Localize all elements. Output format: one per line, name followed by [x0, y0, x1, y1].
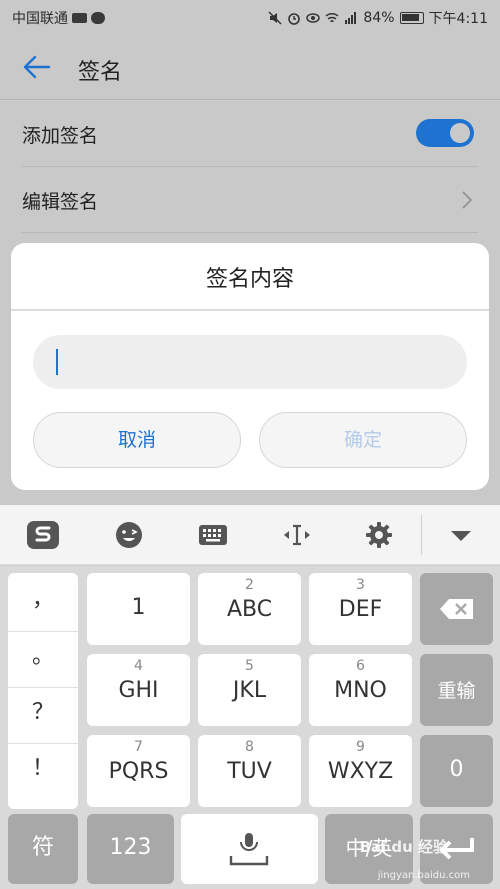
battery-icon [399, 12, 424, 24]
clock: 下午4:11 [428, 11, 488, 27]
key-def[interactable]: 3 DEF [309, 573, 412, 645]
cursor-move-icon[interactable] [280, 519, 314, 551]
punctuation-column: ， 。 ？ ！ [8, 573, 78, 809]
baidu-watermark-url: jingyan.baidu.com [377, 870, 470, 881]
signature-input[interactable] [33, 335, 467, 389]
eye-icon [306, 13, 321, 23]
num123-key[interactable]: 123 [87, 814, 174, 884]
message-icon [72, 13, 87, 23]
backspace-icon [440, 599, 473, 619]
dialog-title: 签名内容 [205, 267, 294, 292]
key-def-number: 3 [356, 577, 365, 593]
chat-icon [91, 12, 105, 24]
add-signature-row[interactable]: 添加签名 [22, 101, 478, 167]
key-wxyz-number: 9 [356, 739, 365, 755]
emoji-icon[interactable] [112, 519, 146, 551]
microphone-icon [229, 833, 269, 866]
reinput-key[interactable]: 重输 [420, 654, 493, 726]
toolbar-divider [421, 515, 422, 555]
key-wxyz[interactable]: 9 WXYZ [309, 735, 412, 807]
sogou-logo-icon[interactable] [26, 519, 60, 551]
key-jkl-number: 5 [245, 658, 254, 674]
key-def-label: DEF [338, 597, 383, 622]
key-abc[interactable]: 2 ABC [198, 573, 301, 645]
keyboard-icon[interactable] [196, 519, 230, 551]
add-signature-toggle[interactable] [416, 119, 474, 147]
punct-key-question[interactable]: ？ [8, 687, 78, 740]
key-tuv-label: TUV [227, 759, 272, 784]
reinput-key-label: 重输 [437, 680, 476, 702]
key-tuv-number: 8 [245, 739, 254, 755]
key-mno-label: MNO [334, 678, 387, 703]
key-pqrs[interactable]: 7 PQRS [87, 735, 190, 807]
key-mno[interactable]: 6 MNO [309, 654, 412, 726]
key-mno-number: 6 [356, 658, 365, 674]
key-0-label: 0 [449, 757, 464, 782]
collapse-keyboard-icon[interactable] [444, 519, 478, 551]
keyboard-toolbar [0, 505, 500, 565]
key-jkl-label: JKL [232, 678, 267, 703]
dialog-divider [11, 309, 489, 311]
key-abc-label: ABC [226, 597, 273, 622]
key-pqrs-number: 7 [134, 739, 143, 755]
signature-dialog: 签名内容 取消 确定 [11, 243, 489, 490]
key-1[interactable]: 1 [87, 573, 190, 645]
punct-key-comma[interactable]: ， [8, 575, 78, 628]
voice-space-key[interactable] [181, 814, 318, 884]
carrier-name: 中国联通 [12, 11, 68, 27]
add-signature-label: 添加签名 [22, 125, 99, 147]
punct-key-exclamation[interactable]: ！ [8, 743, 78, 796]
text-caret [56, 349, 58, 375]
key-ghi[interactable]: 4 GHI [87, 654, 190, 726]
punct-key-period[interactable]: 。 [8, 631, 78, 684]
status-right: 84% 下午4:11 [268, 8, 488, 28]
title-bar: 签名 [0, 36, 500, 100]
confirm-button[interactable]: 确定 [259, 412, 467, 468]
edit-signature-label: 编辑签名 [22, 191, 99, 213]
key-abc-number: 2 [245, 577, 254, 593]
key-ghi-label: GHI [118, 678, 159, 703]
key-wxyz-label: WXYZ [327, 759, 394, 784]
baidu-watermark: Bai du 经验 [359, 838, 448, 856]
status-left: 中国联通 [12, 8, 105, 28]
alarm-icon [288, 13, 301, 25]
backspace-key[interactable] [420, 573, 493, 645]
symbol-key[interactable]: 符 [8, 814, 78, 884]
settings-gear-icon[interactable] [362, 519, 396, 551]
key-0[interactable]: 0 [420, 735, 493, 807]
key-pqrs-label: PQRS [108, 759, 169, 784]
edit-signature-row[interactable]: 编辑签名 [22, 167, 478, 233]
wifi-icon [325, 12, 339, 23]
chevron-right-icon [462, 191, 472, 209]
battery-percent: 84% [363, 10, 395, 26]
key-1-label: 1 [131, 595, 146, 620]
key-tuv[interactable]: 8 TUV [198, 735, 301, 807]
back-arrow-icon[interactable] [22, 52, 52, 82]
page-title: 签名 [78, 60, 123, 85]
mute-icon [268, 11, 282, 25]
cellular-signal-icon [345, 12, 357, 24]
cancel-button[interactable]: 取消 [33, 412, 241, 468]
settings-list: 添加签名 编辑签名 [0, 101, 500, 241]
key-jkl[interactable]: 5 JKL [198, 654, 301, 726]
status-bar: 中国联通 84% 下午4:11 [0, 0, 500, 36]
key-ghi-number: 4 [134, 658, 143, 674]
